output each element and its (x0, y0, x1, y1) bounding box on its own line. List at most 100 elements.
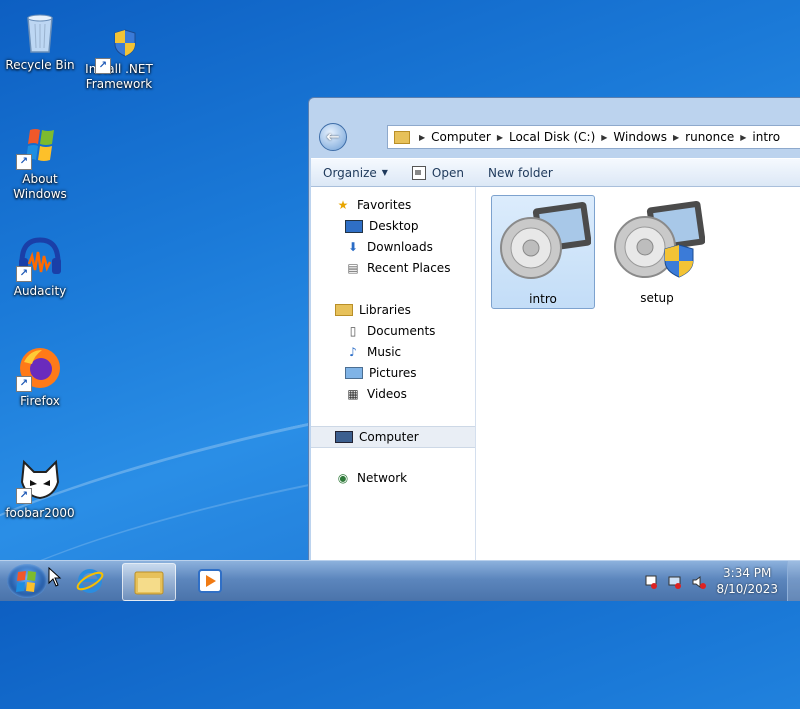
nav-desktop-label: Desktop (369, 219, 419, 233)
new-folder-label: New folder (487, 165, 553, 180)
media-player-icon (198, 569, 222, 593)
documents-icon: ▯ (349, 324, 357, 338)
desktop-icon-label: Firefox (20, 394, 60, 408)
nav-videos[interactable]: ▦ Videos (311, 384, 475, 404)
desktop-icon-firefox[interactable]: ↗ Firefox (2, 344, 78, 409)
desktop-icon-about-windows[interactable]: ↗ About Windows (2, 122, 78, 202)
clock-time: 3:34 PM (723, 566, 772, 580)
file-item-intro[interactable]: intro (491, 195, 595, 309)
nav-desktop[interactable]: Desktop (311, 216, 475, 236)
firefox-icon: ↗ (16, 344, 64, 392)
nav-documents[interactable]: ▯ Documents (311, 321, 475, 341)
open-icon (411, 165, 426, 180)
desktop-icon-label: Recycle Bin (5, 58, 75, 72)
chevron-right-icon[interactable]: ▶ (494, 133, 506, 142)
nav-music[interactable]: ♪ Music (311, 342, 475, 362)
desktop-icon-label: foobar2000 (5, 506, 75, 520)
new-folder-button[interactable]: New folder (476, 166, 565, 180)
start-button[interactable] (7, 564, 47, 598)
windows-logo-icon: ↗ (16, 122, 64, 170)
nav-libraries-label: Libraries (359, 303, 411, 317)
back-button[interactable]: ← (319, 123, 347, 151)
open-label: Open (431, 165, 464, 180)
network-status-icon[interactable] (668, 575, 682, 589)
music-icon: ♪ (349, 345, 357, 359)
back-arrow-icon: ← (326, 127, 340, 146)
clock-date: 8/10/2023 (716, 582, 778, 596)
shortcut-arrow-icon: ↗ (16, 266, 32, 282)
chevron-right-icon: ▶ (419, 132, 426, 142)
internet-explorer-icon (76, 569, 104, 593)
folder-icon (394, 130, 410, 144)
foobar2000-icon: ↗ (16, 456, 64, 504)
volume-muted-icon[interactable] (692, 575, 706, 589)
file-item-setup[interactable]: setup (606, 195, 708, 307)
chevron-right-icon[interactable]: ▶ (737, 133, 749, 142)
desktop-icon-audacity[interactable]: ↗ Audacity (2, 234, 78, 299)
organize-button[interactable]: Organize ▼ (311, 166, 400, 180)
desktop-icon-foobar2000[interactable]: ↗ foobar2000 (2, 456, 78, 521)
downloads-icon: ⬇ (347, 240, 359, 254)
taskbar-explorer[interactable] (122, 563, 176, 601)
nav-network-label: Network (357, 471, 408, 485)
nav-downloads[interactable]: ⬇ Downloads (311, 237, 475, 257)
desktop-icon-label: About Windows (13, 172, 67, 201)
nav-favorites[interactable]: ★ Favorites (311, 195, 475, 215)
recycle-bin-icon (16, 8, 64, 56)
nav-recent-places-label: Recent Places (367, 261, 451, 275)
shortcut-arrow-icon: ↗ (95, 58, 111, 74)
audacity-icon: ↗ (16, 234, 64, 282)
nav-pictures-label: Pictures (369, 366, 417, 380)
address-bar[interactable]: ▶ Computer ▶ Local Disk (C:) ▶ Windows ▶… (387, 125, 800, 149)
recent-places-icon: ▤ (347, 261, 359, 275)
nav-documents-label: Documents (367, 324, 436, 338)
network-icon: ◉ (337, 471, 349, 485)
chevron-right-icon[interactable]: ▶ (598, 133, 610, 142)
breadcrumb-local-disk[interactable]: Local Disk (C:) (506, 130, 598, 144)
nav-network[interactable]: ◉ Network (311, 468, 475, 488)
dotnet-installer-icon: ↗ (95, 26, 143, 74)
nav-favorites-label: Favorites (357, 198, 412, 212)
organize-label: Organize (323, 165, 377, 180)
shortcut-arrow-icon: ↗ (16, 154, 32, 170)
file-list: intro setup (476, 187, 800, 564)
desktop-icon-recycle-bin[interactable]: Recycle Bin (2, 8, 78, 73)
nav-pictures[interactable]: Pictures (311, 363, 475, 383)
nav-computer-label: Computer (359, 430, 419, 444)
show-desktop-button[interactable] (787, 561, 800, 601)
pictures-icon (345, 367, 363, 379)
libraries-icon (335, 304, 353, 316)
taskbar: 3:34 PM 8/10/2023 (0, 560, 800, 601)
media-file-icon (614, 200, 706, 278)
taskbar-internet-explorer[interactable] (64, 563, 116, 599)
nav-videos-label: Videos (367, 387, 407, 401)
breadcrumb-computer[interactable]: Computer (428, 130, 494, 144)
shortcut-arrow-icon: ↗ (16, 376, 32, 392)
breadcrumb-intro[interactable]: intro (749, 130, 783, 144)
explorer-window: ← ▶ Computer ▶ Local Disk (C:) ▶ Windows… (308, 97, 800, 565)
breadcrumb-windows[interactable]: Windows (610, 130, 670, 144)
command-bar: Organize ▼ Open New folder (311, 158, 800, 187)
computer-icon (335, 431, 353, 443)
system-clock[interactable]: 3:34 PM 8/10/2023 (716, 565, 778, 597)
mouse-cursor-icon (48, 567, 62, 587)
chevron-right-icon[interactable]: ▶ (670, 133, 682, 142)
nav-recent-places[interactable]: ▤ Recent Places (311, 258, 475, 278)
media-file-icon (500, 201, 592, 279)
windows-start-icon (16, 571, 36, 592)
desktop-icon-install-dotnet[interactable]: ↗ Install .NET Framework (81, 26, 157, 92)
chevron-down-icon: ▼ (381, 168, 388, 177)
taskbar-media-player[interactable] (184, 563, 236, 599)
star-icon: ★ (337, 198, 349, 212)
open-button[interactable]: Open (400, 165, 476, 180)
nav-computer[interactable]: Computer (311, 426, 475, 448)
nav-libraries[interactable]: Libraries (311, 300, 475, 320)
file-name: intro (529, 292, 557, 306)
file-name: setup (640, 291, 674, 305)
breadcrumb-runonce[interactable]: runonce (682, 130, 737, 144)
videos-icon: ▦ (347, 387, 359, 401)
desktop-icon (345, 219, 363, 233)
shortcut-arrow-icon: ↗ (16, 488, 32, 504)
action-center-icon[interactable] (644, 575, 658, 589)
nav-downloads-label: Downloads (367, 240, 433, 254)
